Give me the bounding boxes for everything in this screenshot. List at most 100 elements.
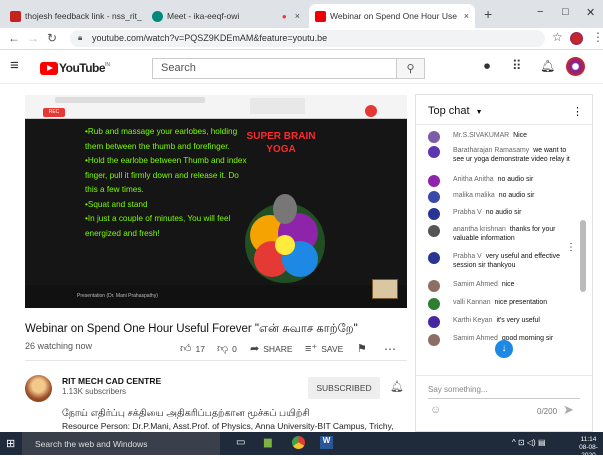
chat-author[interactable]: Anitha Anitha	[453, 176, 494, 183]
tab-close-icon[interactable]: ×	[295, 11, 300, 21]
maximize-button[interactable]: □	[562, 6, 569, 18]
chat-user-avatar[interactable]	[428, 131, 440, 143]
emoji-icon[interactable]: ☺	[430, 404, 441, 416]
create-video-icon[interactable]: ⏺︎	[484, 59, 490, 74]
save-button[interactable]: ≡⁺ SAVE	[305, 342, 343, 355]
taskbar-search-input[interactable]: Search the web and Windows	[22, 432, 220, 455]
send-icon[interactable]: ➤	[563, 402, 574, 418]
chat-scrollbar[interactable]	[580, 220, 586, 292]
tab-meet[interactable]: Meet - ika-eeqf-owi ● ×	[146, 4, 306, 28]
chat-user-avatar[interactable]	[428, 252, 440, 264]
word-taskbar-icon[interactable]: W	[320, 436, 333, 449]
account-avatar[interactable]	[566, 57, 585, 76]
tab-feedback[interactable]: thojesh feedback link - nss_rit_rj ×	[4, 4, 142, 28]
report-flag-button[interactable]: ⚑	[357, 342, 367, 355]
channel-avatar[interactable]	[25, 375, 52, 402]
chat-user-avatar[interactable]	[428, 146, 440, 158]
chat-text: no audio sir	[497, 176, 534, 183]
chat-author[interactable]: Samim Ahmed	[453, 281, 498, 288]
chat-user-avatar[interactable]	[428, 208, 440, 220]
dislike-button[interactable]: 👎︎ 0	[217, 342, 237, 355]
file-explorer-icon[interactable]: ▆	[264, 437, 272, 448]
notification-bell-icon[interactable]: 🔔︎	[390, 380, 404, 393]
share-button[interactable]: ➦ SHARE	[250, 342, 293, 355]
divider	[25, 360, 407, 361]
system-tray-icons[interactable]: ^ ⊡ ◁) ▤	[512, 438, 546, 447]
chat-user-avatar[interactable]	[428, 316, 440, 328]
chat-author[interactable]: Baratharajan Ramasamy	[453, 147, 529, 154]
chat-user-avatar[interactable]	[428, 334, 440, 346]
presenter-avatar	[365, 105, 377, 117]
rec-badge: REC	[43, 108, 65, 117]
youtube-logo[interactable]: YouTube IN	[40, 61, 110, 75]
more-actions-button[interactable]: ⋯	[384, 342, 396, 356]
chat-user-avatar[interactable]	[428, 175, 440, 187]
chevron-down-icon: ▼	[475, 109, 483, 116]
like-button[interactable]: 👍︎ 17	[180, 342, 205, 355]
chat-author[interactable]: malika malika	[453, 192, 495, 199]
scroll-down-button[interactable]: ↓	[495, 340, 513, 358]
clock-date: 08-08-2020	[579, 444, 598, 459]
chat-user-avatar[interactable]	[428, 298, 440, 310]
save-label: SAVE	[321, 343, 344, 354]
forward-arrow-icon[interactable]: →	[27, 31, 39, 45]
windows-start-icon[interactable]: ⊞	[6, 437, 15, 450]
search-icon: ⚲	[406, 63, 415, 75]
chat-author[interactable]: anantha krishnan	[453, 226, 506, 233]
chat-menu-icon[interactable]: ⋮	[572, 105, 583, 118]
chat-author[interactable]: Prabha V	[453, 253, 482, 260]
chat-message-body: Karthi Keyan it's very useful	[453, 317, 571, 326]
windows-taskbar: ⊞ Search the web and Windows ▭ ▆ W ^ ⊡ ◁…	[0, 432, 603, 459]
chat-author[interactable]: Karthi Keyan	[453, 317, 492, 324]
profile-avatar[interactable]	[570, 32, 583, 45]
chat-user-avatar[interactable]	[428, 191, 440, 203]
message-menu-icon[interactable]: ⋮	[566, 242, 576, 253]
slide-line: •Hold the earlobe between Thumb and inde…	[85, 156, 247, 194]
presenter-box	[250, 98, 305, 114]
chat-author[interactable]: Mr.S.SIVAKUMAR	[453, 132, 509, 139]
browser-tab-bar: thojesh feedback link - nss_rit_rj × Mee…	[0, 0, 603, 28]
video-player[interactable]: REC •Rub and massage your earlobes, hold…	[25, 95, 407, 308]
chat-user-avatar[interactable]	[428, 280, 440, 292]
tab-close-icon[interactable]: ×	[464, 11, 469, 21]
back-arrow-icon[interactable]: ←	[8, 31, 20, 45]
chat-message-body: Prabha Vvery useful and effective sessio…	[453, 253, 571, 270]
chat-author[interactable]: valli Kannan	[453, 299, 491, 306]
watching-count: 26 watching now	[25, 341, 93, 351]
url-field[interactable]: 🔒︎ youtube.com/watch?v=PQSZ9KDEmAM&featu…	[70, 30, 545, 47]
arrow-down-icon: ↓	[501, 343, 507, 354]
thumbs-up-icon: 👍︎	[180, 343, 192, 355]
chrome-taskbar-icon[interactable]	[292, 436, 305, 449]
browser-menu-icon[interactable]: ⋮	[592, 30, 603, 44]
webcam-thumbnail	[372, 279, 398, 299]
hamburger-menu-icon[interactable]: ≡	[10, 57, 19, 74]
chat-author[interactable]: Samim Ahmed	[453, 335, 498, 342]
task-view-icon[interactable]: ▭	[236, 437, 245, 448]
notifications-bell-icon[interactable]: 🔔︎	[540, 59, 555, 73]
like-count: 17	[195, 343, 205, 354]
clock-time: 11:14	[580, 436, 597, 443]
new-tab-button[interactable]: +	[484, 6, 492, 22]
chat-input[interactable]: Say something...	[428, 385, 488, 394]
search-button[interactable]: ⚲	[397, 58, 425, 79]
chat-text: nice presentation	[494, 299, 548, 306]
close-window-button[interactable]: ✕	[586, 6, 595, 19]
description-line: Resource Person: Dr.P.Mani, Asst.Prof. o…	[62, 421, 394, 431]
share-label: SHARE	[263, 343, 293, 354]
thumbs-down-icon: 👎︎	[217, 343, 229, 355]
apps-grid-icon[interactable]: ⠿	[512, 58, 522, 74]
youtube-tab-icon	[315, 10, 326, 22]
chat-user-avatar[interactable]	[428, 225, 440, 237]
bookmark-star-icon[interactable]: ☆	[552, 30, 563, 44]
reload-icon[interactable]: ↻	[47, 31, 57, 45]
search-input[interactable]: Search	[152, 58, 397, 79]
subscribed-button[interactable]: SUBSCRIBED	[308, 377, 380, 399]
live-chat-panel: Top chat ▼ ⋮ Mr.S.SIVAKUMAR Nice Barathara…	[415, 94, 593, 432]
chat-author[interactable]: Prabha V	[453, 209, 482, 216]
tab-webinar[interactable]: Webinar on Spend One Hour Use ×	[309, 4, 475, 28]
char-counter: 0/200	[537, 407, 558, 416]
chat-message-body: Mr.S.SIVAKUMAR Nice	[453, 132, 571, 141]
minimize-button[interactable]: −	[537, 6, 543, 18]
chat-header[interactable]: Top chat ▼ ⋮	[416, 95, 592, 125]
channel-name[interactable]: RIT MECH CAD CENTRE	[62, 376, 161, 386]
